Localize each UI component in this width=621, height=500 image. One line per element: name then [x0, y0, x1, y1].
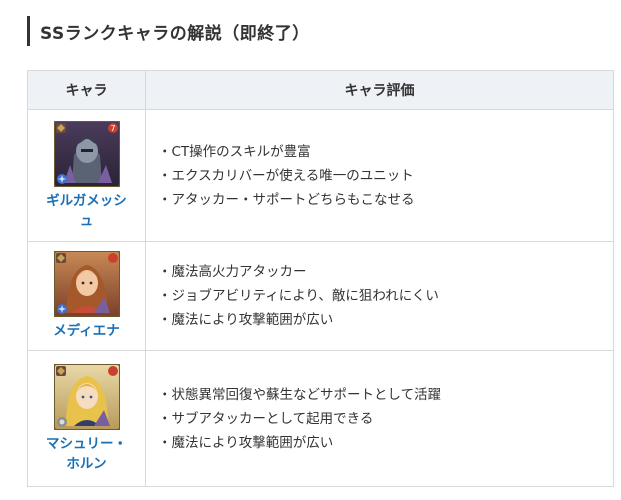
evaluation-point: サブアタッカーとして起用できる	[158, 407, 613, 431]
table-row: 7 ギルガメッシ ュ CT操作のスキルが豊富 エクスカリバーが使える唯一のユニッ…	[27, 109, 614, 242]
character-name-line1: メディエナ	[53, 323, 120, 339]
character-name-line2: ホルン	[66, 455, 107, 472]
evaluation-point: エクスカリバーが使える唯一のユニット	[158, 164, 613, 188]
character-name-line1: ギルガメッシ	[46, 192, 127, 209]
character-portrait-gilgamesh[interactable]: 7	[53, 120, 120, 187]
table-row: マシュリー・ ホルン 状態異常回復や蘇生などサポートとして活躍 サブアタッカーと…	[27, 350, 614, 487]
svg-text:7: 7	[110, 124, 115, 133]
evaluation-point: CT操作のスキルが豊富	[158, 140, 613, 164]
ss-rank-character-table: キャラ キャラ評価 7 ギルガメッシ ュ ・ CT操作のスキルが豊富 ・ エクス…	[27, 70, 614, 487]
evaluation-cell: 魔法高火力アタッカー ジョブアビリティにより、敵に狙われにくい 魔法により攻撃範…	[145, 241, 614, 351]
table-row: メディエナ 魔法高火力アタッカー ジョブアビリティにより、敵に狙われにくい 魔法…	[27, 241, 614, 351]
character-cell: マシュリー・ ホルン	[27, 350, 146, 487]
character-portrait-mashley-horn[interactable]	[53, 363, 120, 430]
evaluation-point: 魔法により攻撃範囲が広い	[158, 431, 613, 455]
evaluation-point: アタッカー・サポートどちらもこなせる	[158, 188, 613, 212]
character-cell: 7 ギルガメッシ ュ	[27, 109, 146, 242]
character-name-line2: ュ	[79, 212, 94, 229]
evaluation-list: 状態異常回復や蘇生などサポートとして活躍 サブアタッカーとして起用できる 魔法に…	[158, 383, 613, 455]
evaluation-point: ジョブアビリティにより、敵に狙われにくい	[158, 284, 613, 308]
character-cell: メディエナ	[27, 241, 146, 351]
character-link-mashley-horn[interactable]: マシュリー・ ホルン	[32, 434, 141, 474]
character-link-medhiena[interactable]: メディエナ	[32, 321, 141, 341]
header-evaluation: キャラ評価	[145, 70, 614, 110]
evaluation-point: 魔法により攻撃範囲が広い	[158, 308, 613, 332]
header-chara: キャラ	[27, 70, 146, 110]
section-title: SSランクキャラの解説（即終了）	[40, 23, 310, 44]
character-name-line1: マシュリー・	[46, 435, 127, 452]
table-header-row: キャラ キャラ評価	[27, 70, 614, 110]
evaluation-cell: 状態異常回復や蘇生などサポートとして活躍 サブアタッカーとして起用できる 魔法に…	[145, 350, 614, 487]
section-heading: SSランクキャラの解説（即終了）	[27, 16, 587, 46]
evaluation-cell: CT操作のスキルが豊富 エクスカリバーが使える唯一のユニット アタッカー・サポー…	[145, 109, 614, 242]
character-link-gilgamesh[interactable]: ギルガメッシ ュ	[32, 191, 141, 231]
evaluation-list: CT操作のスキルが豊富 エクスカリバーが使える唯一のユニット アタッカー・サポー…	[158, 140, 613, 212]
evaluation-point: 魔法高火力アタッカー	[158, 260, 613, 284]
evaluation-list: 魔法高火力アタッカー ジョブアビリティにより、敵に狙われにくい 魔法により攻撃範…	[158, 260, 613, 332]
evaluation-point: 状態異常回復や蘇生などサポートとして活躍	[158, 383, 613, 407]
character-portrait-medhiena[interactable]	[53, 251, 120, 317]
